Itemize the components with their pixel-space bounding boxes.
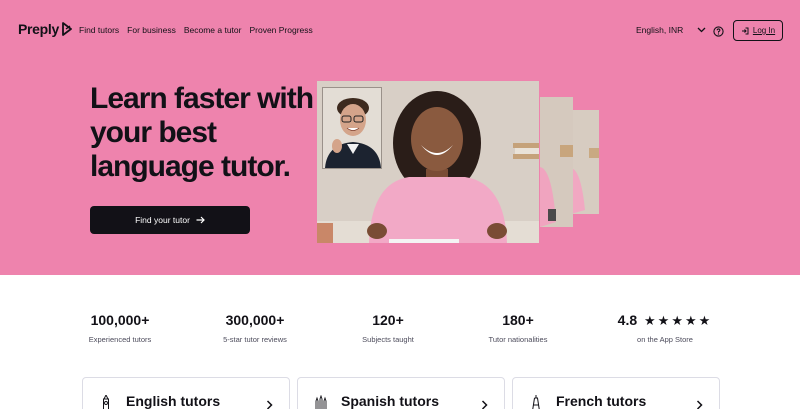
logo-text: Preply xyxy=(18,21,59,37)
chevron-right-icon xyxy=(266,400,273,409)
nav-become-tutor[interactable]: Become a tutor xyxy=(184,25,242,35)
big-ben-icon xyxy=(103,395,109,409)
language-label: English, INR xyxy=(636,25,684,35)
help-icon[interactable] xyxy=(713,26,724,37)
card-title: English tutors xyxy=(126,393,221,409)
star-rating-icon: ★★★★★ xyxy=(644,313,713,328)
card-spanish-tutors[interactable]: Spanish tutors xyxy=(297,377,505,409)
nav-links: Find tutors For business Become a tutor … xyxy=(79,25,313,35)
language-selector[interactable]: English, INR xyxy=(636,25,706,35)
login-icon xyxy=(741,27,749,34)
logo[interactable]: Preply xyxy=(18,21,73,37)
find-your-tutor-button[interactable]: Find your tutor xyxy=(90,206,250,234)
cta-label: Find your tutor xyxy=(135,215,190,225)
arrow-right-icon xyxy=(196,216,205,224)
stat-label: Experienced tutors xyxy=(88,335,152,344)
nav-for-business[interactable]: For business xyxy=(127,25,176,35)
eiffel-tower-icon xyxy=(532,395,540,409)
stat-label: on the App Store xyxy=(637,335,693,344)
stat-value: 120+ xyxy=(372,312,404,328)
hero-section: Preply Find tutors For business Become a… xyxy=(0,0,800,275)
stat-label: 5-star tutor reviews xyxy=(223,335,287,344)
hero-headline: Learn faster with your best language tut… xyxy=(90,82,314,183)
chevron-right-icon xyxy=(696,400,703,409)
stat-label: Tutor nationalities xyxy=(488,335,548,344)
preply-mark-icon xyxy=(62,22,72,36)
stat-value: 300,000+ xyxy=(225,312,285,328)
nav-proven-progress[interactable]: Proven Progress xyxy=(249,25,312,35)
stat-tutor-reviews: 300,000+ 5-star tutor reviews xyxy=(210,312,300,344)
card-french-tutors[interactable]: French tutors xyxy=(512,377,720,409)
stat-value: 100,000+ xyxy=(90,312,150,328)
stat-tutor-nationalities: 180+ Tutor nationalities xyxy=(478,312,558,344)
sagrada-familia-icon xyxy=(315,395,327,409)
rating-value: 4.8 xyxy=(617,312,638,328)
chevron-right-icon xyxy=(481,400,488,409)
nav-find-tutors[interactable]: Find tutors xyxy=(79,25,119,35)
stat-value: 180+ xyxy=(502,312,534,328)
chevron-down-icon xyxy=(697,27,706,33)
tutor-photo-stack-back xyxy=(571,110,599,214)
login-label: Log In xyxy=(752,26,776,35)
stat-label: Subjects taught xyxy=(362,335,414,344)
stat-subjects-taught: 120+ Subjects taught xyxy=(348,312,428,344)
stat-app-store-rating: 4.8 ★★★★★ on the App Store xyxy=(610,312,720,344)
card-english-tutors[interactable]: English tutors xyxy=(82,377,290,409)
tutor-photo-stack-middle xyxy=(540,97,573,227)
student-video-thumbnail xyxy=(322,87,382,169)
login-button[interactable]: Log In xyxy=(733,20,783,41)
top-nav: Preply Find tutors For business Become a… xyxy=(0,0,800,60)
card-title: French tutors xyxy=(556,393,647,409)
card-title: Spanish tutors xyxy=(341,393,440,409)
stat-experienced-tutors: 100,000+ Experienced tutors xyxy=(80,312,160,344)
